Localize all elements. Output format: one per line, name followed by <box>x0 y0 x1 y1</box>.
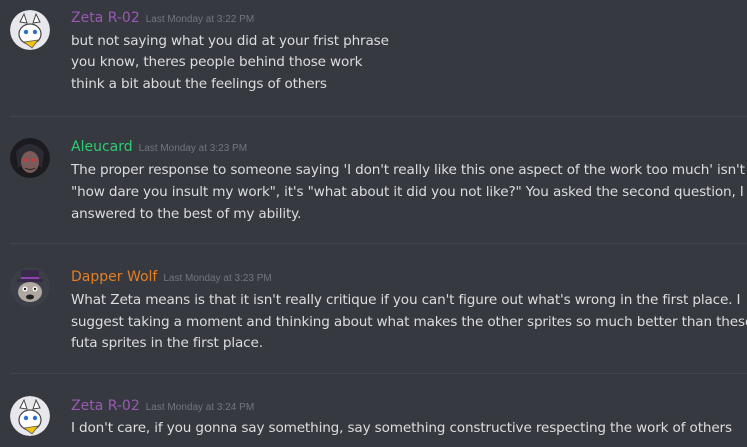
message-divider <box>10 373 747 374</box>
author-name[interactable]: Aleucard Last Monday at 3:23 PM <box>71 138 247 158</box>
message-line: I don't care, if you gonna say something… <box>71 420 732 436</box>
message-line: futa sprites in the first place. <box>71 335 263 351</box>
author-label[interactable]: Zeta R-02 <box>71 398 140 414</box>
message-line: The proper response to someone saying 'I… <box>71 162 745 178</box>
goat-avatar-icon[interactable] <box>10 396 50 436</box>
author-name[interactable]: Dapper Wolf Last Monday at 3:23 PM <box>71 268 272 288</box>
message-timestamp: Last Monday at 3:22 PM <box>145 14 255 25</box>
message-line: but not saying what you did at your fris… <box>71 33 389 49</box>
dark-character-avatar-icon[interactable] <box>10 138 50 178</box>
author-label[interactable]: Dapper Wolf <box>71 269 157 285</box>
message-divider <box>10 116 747 117</box>
wolf-top-hat-avatar-icon[interactable] <box>10 267 50 307</box>
message-line: "how dare you insult my work", it's "wha… <box>71 184 744 200</box>
message-line: you know, theres people behind those wor… <box>71 54 363 70</box>
author-label[interactable]: Aleucard <box>71 139 133 155</box>
message-divider <box>10 243 747 244</box>
author-name[interactable]: Zeta R-02 Last Monday at 3:24 PM <box>71 397 254 417</box>
message-timestamp: Last Monday at 3:23 PM <box>163 273 272 284</box>
message-line: think a bit about the feelings of others <box>71 76 327 92</box>
message-line: What Zeta means is that it isn't really … <box>71 292 741 308</box>
goat-avatar-icon[interactable] <box>10 10 50 50</box>
message-timestamp: Last Monday at 3:23 PM <box>138 143 248 154</box>
author-name[interactable]: Zeta R-02 Last Monday at 3:22 PM <box>71 9 254 29</box>
message-timestamp: Last Monday at 3:24 PM <box>145 402 255 413</box>
message-line: answered to the best of my ability. <box>71 206 302 222</box>
author-label[interactable]: Zeta R-02 <box>71 10 140 26</box>
message-line: suggest taking a moment and thinking abo… <box>71 314 747 330</box>
